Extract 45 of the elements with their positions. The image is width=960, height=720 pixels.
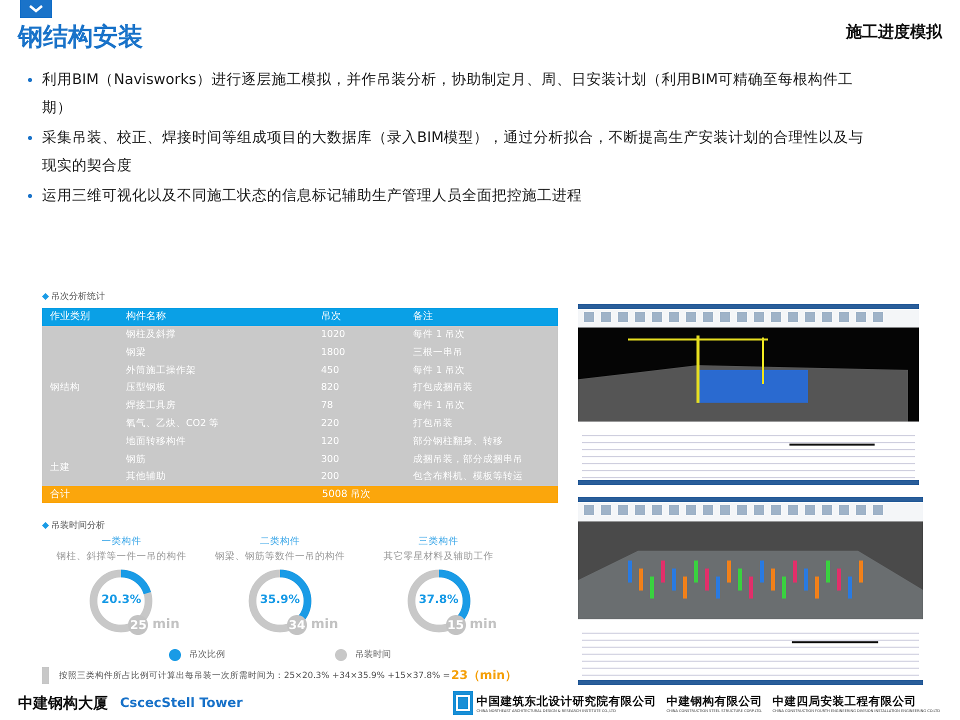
- formula-result: 23（min）: [451, 667, 517, 684]
- bullet-text: 利用BIM（Navisworks）进行逐层施工模拟，并作吊装分析，协助制定月、周、日安装计划（利用BIM可精确至每根构件工期）: [42, 70, 854, 118]
- minutes-unit: min: [152, 617, 180, 632]
- share-percent: 20.3%: [100, 592, 142, 606]
- class-description: 其它零星材料及辅助工作: [384, 550, 494, 564]
- section-label: 吊装时间分析: [51, 520, 105, 532]
- class-description: 钢梁、钢筋等数件一吊的构件: [214, 550, 345, 564]
- formula-bar: [42, 667, 49, 684]
- column-header: 备注: [405, 308, 558, 326]
- minutes-badge: 25: [128, 615, 148, 636]
- bullet-dot: [28, 194, 32, 198]
- company-name: 中建钢构有限公司: [666, 694, 762, 708]
- project-name-english: CscecStell Tower: [120, 696, 243, 710]
- class-description: 钢柱、斜撑等一件一吊的构件: [56, 550, 186, 564]
- class-title: 三类构件: [418, 535, 459, 550]
- slide-title: 钢结构安装: [18, 21, 143, 53]
- company-logo-icon: [453, 691, 474, 715]
- minutes-unit: min: [470, 617, 497, 632]
- chevron-tab-icon: [20, 0, 52, 18]
- bullet-dot: [28, 136, 32, 140]
- column-header: 吊次: [313, 308, 405, 326]
- class-title: 二类构件: [260, 535, 300, 550]
- legend-label: 吊装时间: [355, 648, 391, 662]
- diamond-icon: [42, 522, 49, 529]
- minutes-unit: min: [310, 617, 338, 632]
- company-name: 中国建筑东北设计研究院有限公司: [476, 694, 656, 708]
- legend-label: 吊次比例: [189, 648, 225, 662]
- bullet-text: 采集吊装、校正、焊接时间等组成项目的大数据库（录入BIM模型），通过分析拟合，不断提高生产安装计划的合理性以及与现实的契合度: [42, 128, 865, 176]
- section-subtitle: 施工进度模拟: [846, 22, 942, 43]
- company-name: 中建四局安装工程有限公司: [772, 694, 918, 708]
- minutes-badge: 34: [286, 615, 307, 636]
- formula-text: 按照三类构件所占比例可计算出每吊装一次所需时间为：25×20.3% +34×35.9% +15×37.8% =: [59, 670, 450, 682]
- section-label: 吊次分析统计: [51, 290, 105, 302]
- diamond-icon: [42, 292, 49, 300]
- share-percent: 37.8%: [418, 592, 460, 606]
- table-cell: 合计: [42, 486, 118, 504]
- column-header: 构件名称: [118, 308, 313, 326]
- column-header: 作业类别: [42, 308, 118, 326]
- project-name: 中建钢构大厦: [18, 694, 108, 712]
- class-title: 一类构件: [101, 535, 142, 550]
- bullet-dot: [28, 78, 32, 82]
- bullet-text: 运用三维可视化以及不同施工状态的信息标记辅助生产管理人员全面把控施工进程: [42, 186, 583, 206]
- minutes-badge: 15: [446, 615, 466, 636]
- share-percent: 35.9%: [259, 592, 301, 606]
- table-cell: 5008 吊次: [118, 486, 558, 504]
